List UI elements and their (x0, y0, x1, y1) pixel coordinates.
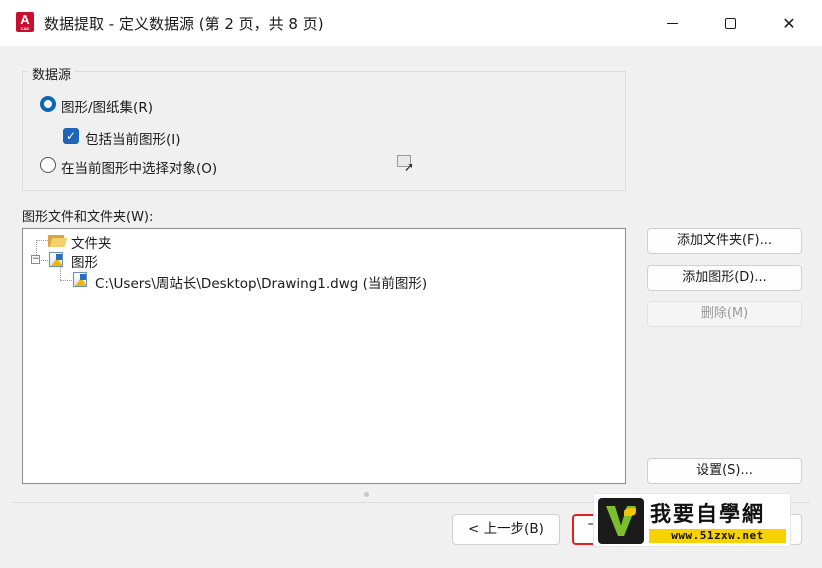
watermark-title: 我要自學網 (650, 502, 765, 526)
close-icon: ✕ (782, 13, 796, 33)
radio-drawings-sheetset[interactable] (40, 96, 56, 112)
minimize-icon (666, 22, 678, 24)
add-folder-button[interactable]: 添加文件夹(F)... (647, 228, 802, 254)
title-bar[interactable]: A CAD 数据提取 - 定义数据源 (第 2 页，共 8 页) ✕ (0, 0, 822, 46)
splitter-grip[interactable] (364, 492, 369, 497)
watermark-overlay: 我要自學網 www.51zxw.net (593, 493, 791, 547)
tree-connector (41, 260, 48, 261)
minimize-button[interactable] (643, 0, 701, 46)
include-current-label[interactable]: 包括当前图形(I) (85, 128, 181, 148)
files-list-label: 图形文件和文件夹(W): (22, 210, 154, 225)
cursor-icon: ➚ (404, 160, 415, 174)
tree-connector (36, 240, 48, 241)
datasource-legend: 数据源 (29, 64, 75, 83)
maximize-button[interactable] (701, 0, 759, 46)
maximize-icon (724, 17, 736, 29)
watermark-logo-icon (598, 498, 644, 544)
back-button[interactable]: < 上一步(B) (452, 514, 560, 545)
files-tree-view[interactable] (22, 228, 626, 484)
radio-drawings-sheetset-label[interactable]: 图形/图纸集(R) (61, 96, 153, 116)
drawing-icon (48, 251, 66, 268)
collapse-toggle-icon[interactable]: − (31, 255, 40, 264)
include-current-checkbox[interactable]: ✓ (63, 128, 79, 144)
app-icon-letter: A (20, 12, 30, 27)
radio-select-objects-label[interactable]: 在当前图形中选择对象(O) (61, 157, 217, 177)
window-title: 数据提取 - 定义数据源 (第 2 页，共 8 页) (44, 15, 324, 33)
tree-node-drawing-file[interactable]: C:\Users\周站长\Desktop\Drawing1.dwg (当前图形) (95, 272, 427, 292)
settings-button[interactable]: 设置(S)... (647, 458, 802, 484)
tree-node-drawings[interactable]: 图形 (71, 251, 98, 271)
checkmark-icon: ✓ (65, 129, 77, 143)
add-drawings-button[interactable]: 添加图形(D)... (647, 265, 802, 291)
autocad-app-icon: A CAD (16, 12, 34, 32)
tree-connector (60, 266, 61, 280)
app-icon-caption: CAD (20, 26, 30, 31)
remove-button[interactable]: 删除(M) (647, 301, 802, 327)
dialog-window: A CAD 数据提取 - 定义数据源 (第 2 页，共 8 页) ✕ 数据源 图… (0, 0, 822, 568)
close-button[interactable]: ✕ (760, 0, 818, 46)
folder-icon (48, 233, 68, 248)
tree-connector (60, 280, 72, 281)
select-objects-button[interactable]: ➚ (395, 153, 417, 175)
watermark-url: www.51zxw.net (649, 529, 786, 543)
radio-select-objects[interactable] (40, 157, 56, 173)
drawing-file-icon (72, 271, 90, 288)
tree-node-folders[interactable]: 文件夹 (71, 232, 112, 252)
